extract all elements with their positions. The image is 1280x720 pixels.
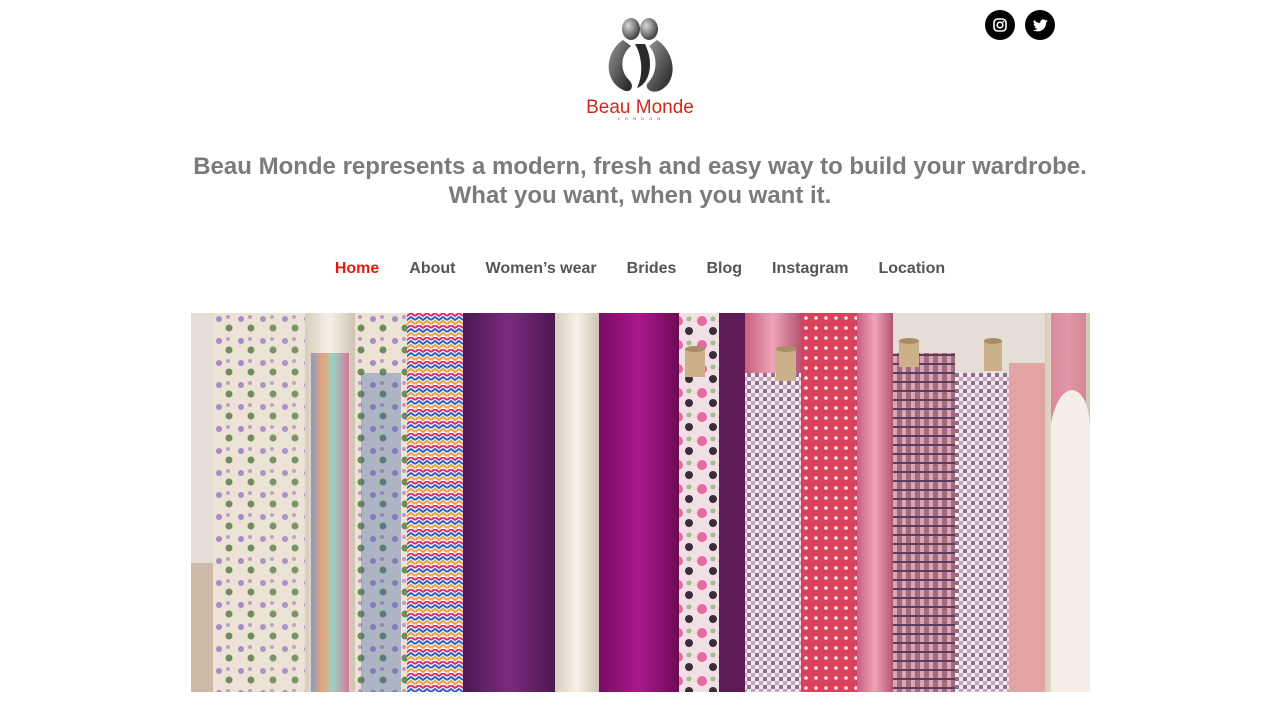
instagram-icon: [993, 18, 1007, 32]
svg-text:Beau Monde: Beau Monde: [586, 97, 694, 118]
twitter-link[interactable]: [1025, 10, 1055, 40]
nav-about[interactable]: About: [409, 259, 455, 279]
nav-location[interactable]: Location: [878, 259, 945, 279]
logo-figure-icon: Beau Monde L O N D O N: [586, 18, 694, 121]
site-logo[interactable]: Beau Monde L O N D O N: [583, 14, 697, 122]
instagram-link[interactable]: [985, 10, 1015, 40]
social-links: [985, 10, 1055, 40]
tagline-line-2: What you want, when you want it.: [448, 182, 832, 209]
nav-blog[interactable]: Blog: [706, 259, 742, 279]
twitter-icon: [1032, 18, 1048, 31]
main-nav: Home About Women’s wear Brides Blog Inst…: [0, 259, 1280, 279]
nav-brides[interactable]: Brides: [627, 259, 677, 279]
nav-instagram[interactable]: Instagram: [772, 259, 848, 279]
fabric-rolls-illustration: [191, 313, 1090, 692]
tagline-line-1: Beau Monde represents a modern, fresh an…: [193, 153, 1087, 180]
nav-home[interactable]: Home: [335, 259, 379, 279]
svg-text:L O N D O N: L O N D O N: [618, 116, 663, 121]
hero-fabric-image: [191, 313, 1090, 692]
tagline: Beau Monde represents a modern, fresh an…: [140, 152, 1140, 210]
nav-womens-wear[interactable]: Women’s wear: [486, 259, 597, 279]
